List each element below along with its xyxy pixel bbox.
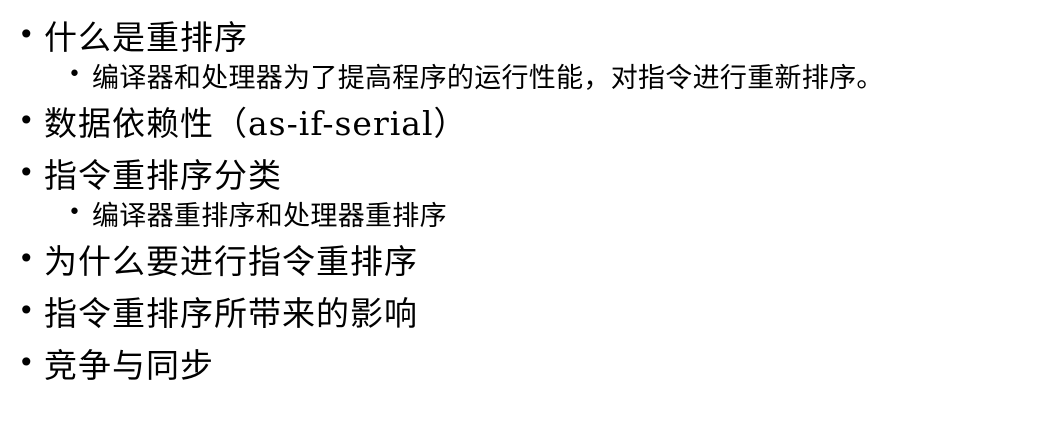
sub-bullet-item-categories: • 编译器重排序和处理器重排序	[18, 196, 1040, 232]
bullet-icon: •	[18, 156, 36, 189]
sub-bullet-icon: •	[68, 200, 82, 225]
bullet-text: 竞争与同步	[44, 346, 214, 385]
bullet-item-reordering-effects: • 指令重排序所带来的影响	[18, 290, 1040, 333]
bullet-item-race-and-sync: • 竞争与同步	[18, 342, 1040, 385]
bullet-text: 指令重排序分类	[44, 156, 282, 195]
bullet-item-why-reorder: • 为什么要进行指令重排序	[18, 238, 1040, 281]
bullet-text: 数据依赖性（as-if-serial）	[44, 104, 468, 143]
bullet-text: 为什么要进行指令重排序	[44, 242, 418, 281]
bullet-item-data-dependency: • 数据依赖性（as-if-serial）	[18, 100, 1040, 143]
bullet-item-what-is-reordering: • 什么是重排序	[18, 14, 1040, 57]
bullet-icon: •	[18, 18, 36, 51]
sub-bullet-item-definition: • 编译器和处理器为了提高程序的运行性能，对指令进行重新排序。	[18, 58, 1040, 94]
sub-bullet-icon: •	[68, 62, 82, 87]
bullet-item-reordering-categories: • 指令重排序分类	[18, 152, 1040, 195]
bullet-icon: •	[18, 104, 36, 137]
sub-bullet-text: 编译器和处理器为了提高程序的运行性能，对指令进行重新排序。	[92, 62, 884, 94]
bullet-text: 什么是重排序	[44, 18, 248, 57]
bullet-icon: •	[18, 294, 36, 327]
bullet-text: 指令重排序所带来的影响	[44, 294, 418, 333]
bullet-icon: •	[18, 346, 36, 379]
sub-bullet-text: 编译器重排序和处理器重排序	[92, 200, 447, 232]
slide-content: • 什么是重排序 • 编译器和处理器为了提高程序的运行性能，对指令进行重新排序。…	[0, 0, 1040, 429]
bullet-icon: •	[18, 242, 36, 275]
